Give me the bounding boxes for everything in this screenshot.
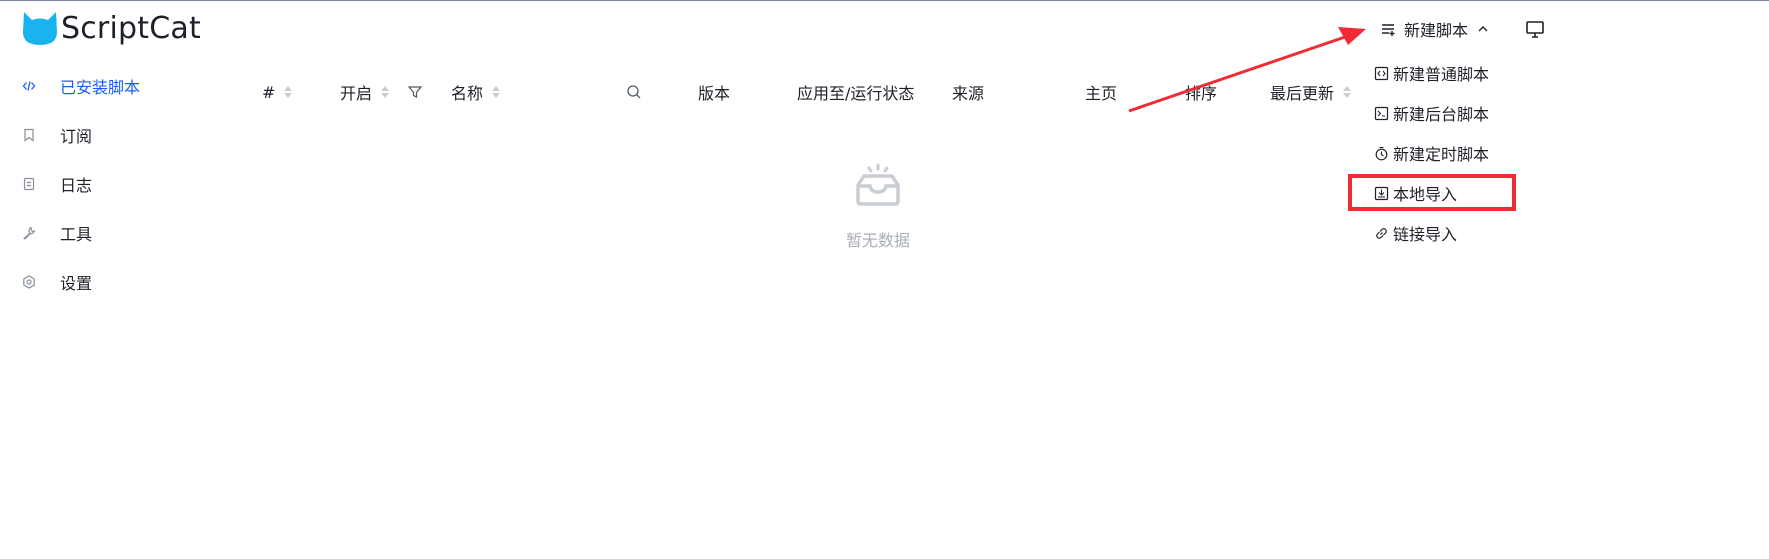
sort-icon[interactable] (284, 86, 293, 98)
menu-item-label: 新建定时脚本 (1393, 145, 1490, 164)
chevron-up-icon (1478, 26, 1488, 32)
link-icon (1374, 226, 1389, 241)
new-script-label: 新建脚本 (1404, 21, 1469, 40)
sidebar-item-label: 日志 (60, 175, 93, 195)
sidebar-item-logs[interactable]: 日志 (0, 159, 200, 208)
sort-icon[interactable] (1343, 86, 1352, 98)
column-header-apply-status: 应用至/运行状态 (797, 71, 914, 113)
menu-item-new-background-script[interactable]: 新建后台脚本 (1362, 93, 1530, 133)
sidebar-item-label: 工具 (60, 224, 93, 244)
menu-item-label: 新建普通脚本 (1393, 65, 1490, 84)
table-header: # 开启 名称 版本 应用至/运行状态 来源 主页 排序 最后更新 (0, 71, 1369, 113)
bookmark-icon (22, 128, 36, 142)
column-header-version: 版本 (698, 71, 730, 113)
column-label: 排序 (1185, 84, 1218, 103)
sidebar-item-subscriptions[interactable]: 订阅 (0, 110, 200, 159)
terminal-icon (1374, 106, 1389, 121)
code-square-icon (1374, 66, 1389, 81)
page: ScriptCat 新建脚本 已安装脚本 订阅 日志 工具 设置 # 开启 名称… (0, 0, 1769, 559)
timer-icon (1374, 146, 1389, 161)
column-header-source: 来源 (952, 71, 984, 113)
empty-state: 暂无数据 (820, 161, 936, 251)
column-label: 主页 (1085, 84, 1118, 103)
column-header-homepage: 主页 (1085, 71, 1117, 113)
menu-item-label: 新建后台脚本 (1393, 105, 1490, 124)
column-header-name[interactable]: 名称 (451, 71, 501, 113)
sort-icon[interactable] (381, 86, 390, 98)
new-script-button[interactable]: 新建脚本 (1376, 13, 1504, 45)
new-script-dropdown-menu: 新建普通脚本 新建后台脚本 新建定时脚本 本地导入 链接导入 (1362, 53, 1530, 253)
menu-item-label: 本地导入 (1393, 185, 1458, 204)
column-label: # (262, 82, 276, 102)
menu-item-new-scheduled-script[interactable]: 新建定时脚本 (1362, 133, 1530, 173)
monitor-icon[interactable] (1524, 18, 1546, 40)
name-search-button[interactable] (626, 71, 642, 113)
column-label: 名称 (451, 84, 484, 103)
list-add-icon (1382, 24, 1395, 36)
menu-item-label: 链接导入 (1393, 225, 1458, 244)
column-label: 最后更新 (1270, 84, 1335, 103)
column-header-sort: 排序 (1185, 71, 1217, 113)
column-label: 来源 (952, 84, 985, 103)
file-icon (22, 177, 36, 191)
column-header-index[interactable]: # (262, 71, 293, 113)
menu-item-new-normal-script[interactable]: 新建普通脚本 (1362, 53, 1530, 93)
empty-inbox-icon (856, 163, 900, 206)
column-header-enabled[interactable]: 开启 (340, 71, 423, 113)
column-label: 版本 (698, 84, 731, 103)
sidebar-item-label: 订阅 (60, 126, 93, 146)
column-label: 开启 (340, 84, 373, 103)
empty-text: 暂无数据 (845, 231, 910, 250)
column-label: 应用至/运行状态 (797, 84, 915, 103)
column-header-last-updated[interactable]: 最后更新 (1270, 71, 1352, 113)
menu-item-local-import[interactable]: 本地导入 (1362, 173, 1530, 213)
sidebar-item-settings[interactable]: 设置 (0, 257, 200, 306)
scriptcat-logo-icon (23, 12, 57, 45)
import-icon (1374, 186, 1389, 201)
filter-icon[interactable] (407, 84, 423, 100)
menu-item-link-import[interactable]: 链接导入 (1362, 213, 1530, 253)
app-title: ScriptCat (61, 11, 201, 46)
search-icon (627, 85, 641, 99)
sort-icon[interactable] (492, 86, 501, 98)
sidebar-item-label: 设置 (60, 273, 93, 293)
wrench-icon (22, 226, 36, 240)
settings-icon (22, 274, 36, 289)
sidebar-item-tools[interactable]: 工具 (0, 208, 200, 257)
